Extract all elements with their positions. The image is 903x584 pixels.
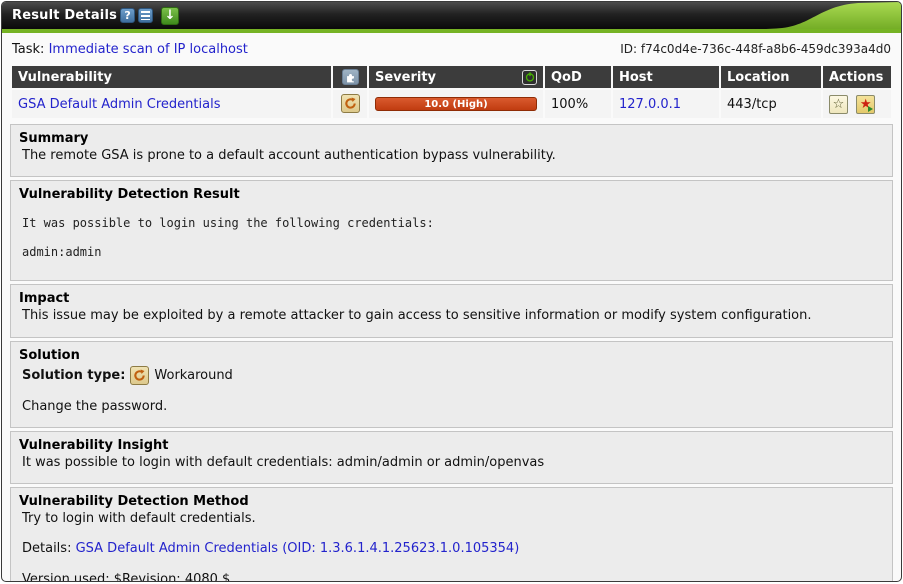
col-qod: QoD (545, 66, 611, 88)
nvt-details-link[interactable]: GSA Default Admin Credentials (OID: 1.3.… (76, 541, 520, 556)
col-actions: Actions (823, 66, 891, 88)
section-heading: Summary (19, 131, 884, 146)
host-link[interactable]: 127.0.0.1 (619, 97, 681, 112)
section-heading: Vulnerability Insight (19, 438, 884, 453)
solution-text: Change the password. (19, 399, 884, 415)
result-id: ID: f74c0d4e-736c-448f-a8b6-459dc393a4d0 (620, 42, 891, 56)
green-swoosh-decoration (766, 2, 901, 29)
col-severity: Severity (369, 66, 543, 88)
solution-type-label: Solution type: (22, 368, 125, 383)
result-row: GSA Default Admin Credentials 10.0 (High… (12, 90, 891, 118)
summary-text: The remote GSA is prone to a default acc… (19, 148, 884, 164)
section-solution: Solution Solution type: Workaround Chang… (10, 341, 893, 428)
list-icon[interactable] (138, 8, 153, 23)
detection-method-text: Try to login with default credentials. (19, 511, 884, 527)
task-label: Task: (12, 42, 44, 57)
detection-result-line: It was possible to login using the follo… (19, 216, 884, 231)
detail-sections: Summary The remote GSA is prone to a def… (2, 120, 901, 582)
section-summary: Summary The remote GSA is prone to a def… (10, 124, 893, 177)
help-icon[interactable]: ? (120, 8, 135, 23)
add-override-icon[interactable]: ★ (856, 95, 875, 114)
table-header-row: Vulnerability Severity (12, 66, 891, 88)
section-detection-result: Vulnerability Detection Result It was po… (10, 180, 893, 281)
add-note-icon[interactable]: ☆ (829, 95, 848, 114)
details-label: Details: (22, 541, 71, 556)
section-heading: Vulnerability Detection Method (19, 494, 884, 509)
section-heading: Solution (19, 348, 884, 363)
col-vulnerability: Vulnerability (12, 66, 331, 88)
result-details-window: Result Details ? ↓ Task: Immediate scan … (1, 1, 902, 582)
power-icon[interactable] (522, 70, 537, 85)
section-detection-method: Vulnerability Detection Method Try to lo… (10, 487, 893, 582)
workaround-icon (130, 366, 149, 385)
insight-text: It was possible to login with default cr… (19, 455, 884, 471)
solution-type-value: Workaround (154, 368, 232, 383)
severity-bar: 10.0 (High) (375, 97, 537, 111)
workaround-icon (341, 94, 360, 113)
result-table: Vulnerability Severity (10, 64, 893, 120)
col-location: Location (721, 66, 821, 88)
vulnerability-link[interactable]: GSA Default Admin Credentials (18, 97, 220, 112)
version-used: Version used: $Revision: 4080 $ (19, 572, 884, 583)
page-title: Result Details (12, 8, 117, 23)
impact-text: This issue may be exploited by a remote … (19, 308, 884, 324)
section-heading: Impact (19, 291, 884, 306)
qod-value: 100% (545, 90, 611, 118)
location-value: 443/tcp (721, 90, 821, 118)
section-heading: Vulnerability Detection Result (19, 187, 884, 202)
section-insight: Vulnerability Insight It was possible to… (10, 431, 893, 484)
task-row: Task: Immediate scan of IP localhost ID:… (2, 33, 901, 64)
section-impact: Impact This issue may be exploited by a … (10, 284, 893, 337)
detection-result-credentials: admin:admin (19, 245, 884, 260)
puzzle-icon (342, 69, 359, 85)
task-link[interactable]: Immediate scan of IP localhost (49, 42, 248, 57)
title-bar: Result Details ? ↓ (2, 2, 901, 29)
col-host: Host (613, 66, 719, 88)
export-download-icon[interactable]: ↓ (161, 7, 179, 25)
col-solution-type (333, 66, 367, 88)
